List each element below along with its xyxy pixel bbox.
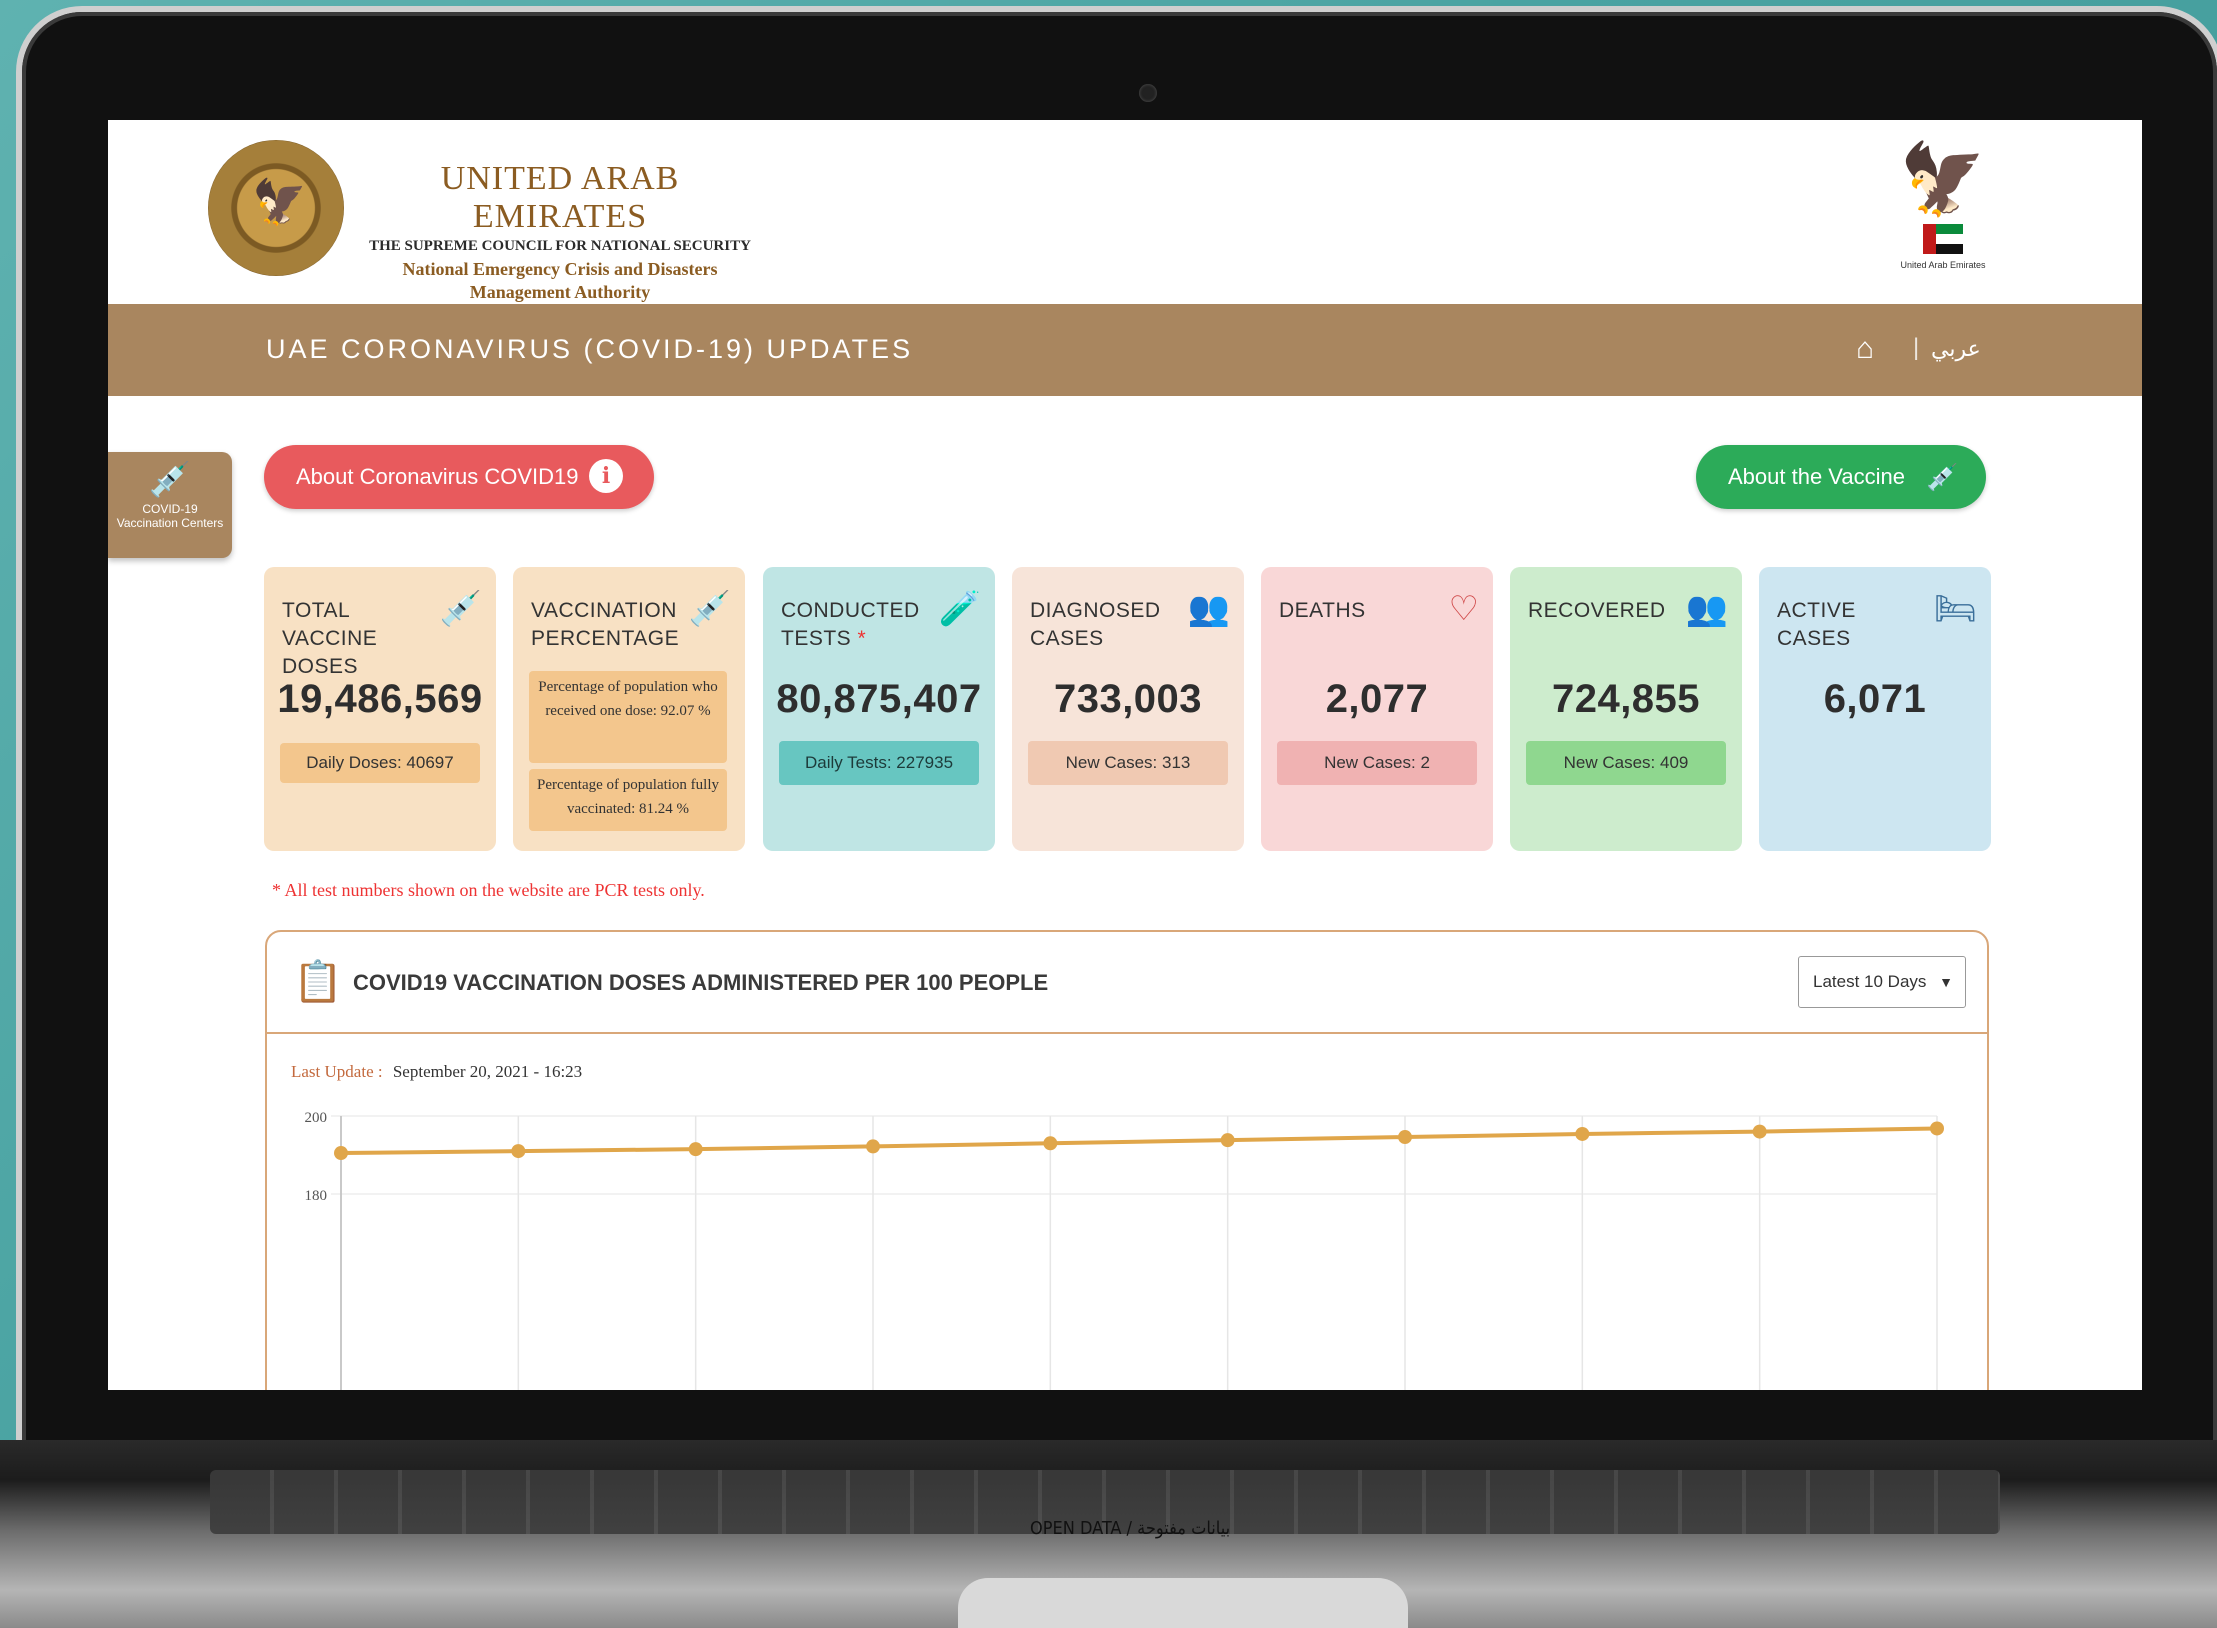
about-vaccine-label: About the Vaccine [1728,464,1905,489]
data-point [334,1146,348,1161]
one-dose-percentage: Percentage of population who received on… [529,671,727,763]
data-point [1930,1121,1944,1136]
ncema-logo[interactable]: 🦅 [208,140,344,276]
card-label: TOTAL VACCINE DOSES [282,599,378,678]
hospital-bed-icon: 🛏 [1933,590,1977,628]
period-select-value: Latest 10 Days [1813,972,1927,991]
data-point [1752,1124,1767,1139]
asterisk: * [857,627,867,650]
org-council: THE SUPREME COUNCIL FOR NATIONAL SECURIT… [369,238,751,254]
side-tab-line1: COVID-19 [142,502,198,516]
uae-emblem: 🦅 United Arab Emirates [1888,134,1998,294]
site-header: 🦅 UNITED ARAB EMIRATES THE SUPREME COUNC… [108,120,2142,304]
org-title: UNITED ARAB EMIRATES [440,160,680,235]
card-label: VACCINATION PERCENTAGE [531,599,680,650]
people-group-icon: 👥 [1685,590,1728,628]
about-vaccine-button[interactable]: About the Vaccine 💉 [1696,445,1986,509]
fully-vaccinated-percentage: Percentage of population fully vaccinate… [529,769,727,831]
camera [1139,84,1157,102]
card-diagnosed-cases: DIAGNOSED CASES 👥 733,003 New Cases: 313 [1012,567,1244,851]
emblem-caption: United Arab Emirates [1900,260,1986,270]
card-conducted-tests: CONDUCTED TESTS * 🧪 80,875,407 Daily Tes… [763,567,995,851]
trackpad-notch [958,1578,1408,1628]
card-total-vaccine-doses: TOTAL VACCINE DOSES 💉 19,486,569 Daily D… [264,567,496,851]
card-label: CONDUCTED TESTS [781,599,920,650]
data-point [866,1139,880,1154]
test-tubes-icon: 🧪 [938,590,981,628]
card-label-wrap: CONDUCTED TESTS * [781,597,931,653]
card-sub: New Cases: 409 [1526,741,1726,785]
heartbeat-icon: ♡ [1448,590,1479,628]
side-tab-line2: Vaccination Centers [116,516,224,530]
panel-title: COVID19 VACCINATION DOSES ADMINISTERED P… [353,970,1049,995]
card-value: 724,855 [1551,677,1701,721]
data-point [511,1144,526,1159]
card-value: 80,875,407 [776,677,982,721]
period-select[interactable]: Latest 10 Days ▼ [1798,956,1966,1008]
card-deaths: DEATHS ♡ 2,077 New Cases: 2 [1261,567,1493,851]
card-label: DIAGNOSED CASES [1030,599,1161,650]
card-sub: Daily Doses: 40697 [280,743,480,783]
card-vaccination-percentage: VACCINATION PERCENTAGE 💉 Percentage of p… [513,567,745,851]
card-recovered: RECOVERED 👥 724,855 New Cases: 409 [1510,567,1742,851]
vaccination-centers-tab[interactable]: 💉 COVID-19 Vaccination Centers [108,452,232,558]
data-point [1575,1126,1590,1141]
card-label: RECOVERED [1528,599,1666,622]
pcr-note: * All test numbers shown on the website … [272,880,705,900]
org-authority-2: Management Authority [469,282,651,302]
data-point [1043,1136,1058,1151]
card-active-cases: ACTIVE CASES 🛏 6,071 [1759,567,1991,851]
panel-header: 📋 COVID19 VACCINATION DOSES ADMINISTERED… [267,932,1987,1034]
card-label: DEATHS [1279,599,1366,622]
people-group-icon: 👥 [1187,590,1230,628]
base-caption: OPEN DATA / بيانات مفتوحة [1030,1518,1231,1539]
syringe-icon: 💉 [1926,462,1959,492]
chevron-down-icon: ▼ [1939,974,1953,990]
syringe-vial-icon: 💉 [688,590,731,628]
info-icon: i [589,459,623,493]
screen: 🦅 UNITED ARAB EMIRATES THE SUPREME COUNC… [108,120,2142,1390]
clipboard-vaccine-icon: 📋 [293,960,343,1004]
card-label: ACTIVE CASES [1777,599,1856,650]
card-sub: New Cases: 2 [1277,741,1477,785]
card-sub: New Cases: 313 [1028,741,1228,785]
home-icon[interactable]: ⌂ [1856,332,1874,366]
language-toggle[interactable]: عربي [1931,336,1981,362]
page-title: UAE CORONAVIRUS (COVID-19) UPDATES [266,334,914,364]
last-update: Last Update : September 20, 2021 - 16:23 [291,1062,582,1082]
card-value: 733,003 [1053,677,1203,721]
syringe-vial-icon: 💉 [439,590,482,628]
vaccination-chart-panel: 📋 COVID19 VACCINATION DOSES ADMINISTERED… [265,930,1989,1390]
y-tick-label: 200 [305,1110,328,1126]
series-line [340,1126,1938,1156]
card-value: 2,077 [1325,677,1429,721]
last-update-value: September 20, 2021 - 16:23 [392,1062,583,1081]
data-point [1220,1133,1235,1148]
card-value: 19,486,569 [277,677,483,721]
vaccine-shield-icon: 💉 [148,461,192,499]
uae-falcon-icon: 🦅 [1899,140,1987,218]
about-covid-button[interactable]: About Coronavirus COVID19 i [264,445,654,509]
about-covid-label: About Coronavirus COVID19 [296,464,579,489]
doses-line-chart: 200 180 [305,1110,1944,1390]
nav-bar: UAE CORONAVIRUS (COVID-19) UPDATES ⌂ | ع… [108,304,2142,396]
last-update-label: Last Update : [291,1062,383,1081]
org-name: UNITED ARAB EMIRATES THE SUPREME COUNCIL… [358,160,762,303]
falcon-icon: 🦅 [252,178,307,227]
nav-separator: | [1913,334,1920,361]
card-sub: Daily Tests: 227935 [779,741,979,785]
data-point [688,1142,703,1157]
card-value: 6,071 [1823,677,1927,721]
uae-flag-icon [1923,224,1963,254]
org-authority-1: National Emergency Crisis and Disasters [402,259,718,279]
y-tick-label: 180 [305,1188,328,1204]
data-point [1398,1130,1412,1145]
